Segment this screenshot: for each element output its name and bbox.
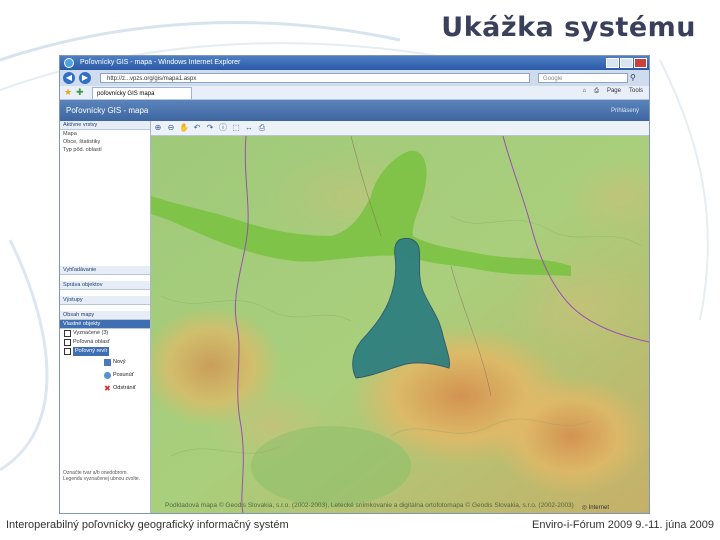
checkbox-label: Poľovný revír	[73, 347, 110, 356]
map-credit: Podkladová mapa © Geodis Slovakia, s.r.o…	[165, 502, 574, 509]
move-button[interactable]: Posunúť	[104, 369, 146, 382]
window-controls	[606, 58, 647, 68]
browser-tab[interactable]: poľovnícky GIS mapa	[92, 87, 192, 99]
app-title: Poľovnícky GIS - mapa	[66, 106, 149, 115]
print-icon[interactable]: ⎙	[257, 123, 267, 133]
map-toolbar: ⊕ ⊖ ✋ ↶ ↷ ⓘ ⬚ ↔ ⎙	[151, 121, 649, 136]
print-menu-icon[interactable]: ⎙	[594, 88, 599, 95]
panel-head-layers[interactable]: Aktívne vrstvy	[60, 121, 150, 130]
checkbox-label: Poľovná oblasť	[73, 339, 110, 345]
measure-icon[interactable]: ↔	[244, 123, 254, 133]
status-text: Internet	[588, 505, 609, 511]
status-zone: ◎ Internet	[582, 504, 609, 511]
maximize-button[interactable]	[620, 58, 633, 68]
address-bar: ◀ ▶ http://z...vpzs.org/gis/mapa1.aspx G…	[60, 70, 649, 86]
checkbox-row[interactable]: Poľovný revír	[60, 347, 150, 356]
new-button[interactable]: Nový	[104, 356, 146, 369]
minimize-button[interactable]	[606, 58, 619, 68]
info-icon[interactable]: ⓘ	[218, 123, 228, 133]
footer-left: Interoperabilný poľovnícky geografický i…	[6, 519, 289, 531]
delete-label: Odstrániť	[113, 385, 136, 391]
app-body: Aktívne vrstvy Mapa Obce, štatistiky Typ…	[60, 121, 649, 513]
url-input[interactable]: http://z...vpzs.org/gis/mapa1.aspx	[100, 73, 530, 83]
browser-window: Poľovnícky GIS - mapa - Windows Internet…	[59, 55, 650, 514]
layer-item[interactable]: Typ pôd. oblastí	[60, 146, 150, 154]
checkbox-row[interactable]: Vyznačené (3)	[60, 329, 150, 338]
tools-menu[interactable]: Tools	[629, 88, 643, 95]
home-icon[interactable]: ⌂	[583, 88, 587, 95]
checkbox[interactable]	[64, 339, 71, 346]
window-titlebar: Poľovnícky GIS - mapa - Windows Internet…	[60, 56, 649, 70]
add-favorite-icon[interactable]: ✚	[76, 87, 84, 98]
move-label: Posunúť	[113, 372, 134, 378]
sidebar-note: Označte tvar a/b onedobrom. Legendu vyzn…	[63, 470, 141, 482]
app-header: Poľovnícky GIS - mapa Prihlásený	[60, 100, 649, 122]
footer-right: Enviro-i-Fórum 2009 9.-11. júna 2009	[531, 519, 714, 531]
forward-arrow-icon[interactable]: ▶	[79, 72, 91, 84]
back-arrow-icon[interactable]: ◀	[63, 72, 75, 84]
select-icon[interactable]: ⬚	[231, 123, 241, 133]
panel-head-objects[interactable]: Správa objektov	[60, 281, 150, 290]
new-icon	[104, 359, 111, 366]
back-icon[interactable]: ↶	[192, 123, 202, 133]
favorites-bar: ★ ✚ poľovnícky GIS mapa ⌂ ⎙ Page Tools	[60, 86, 649, 100]
search-icon[interactable]: ⚲	[630, 73, 644, 83]
slide-title: Ukážka systému	[441, 12, 696, 43]
user-status[interactable]: Prihlásený	[611, 100, 639, 122]
window-title: Poľovnícky GIS - mapa - Windows Internet…	[80, 59, 241, 66]
panel-head-content[interactable]: Obsah mapy	[60, 311, 150, 320]
new-label: Nový	[113, 359, 126, 365]
layer-item[interactable]: Mapa	[60, 130, 150, 138]
favorites-star-icon[interactable]: ★	[64, 87, 72, 98]
zoom-out-icon[interactable]: ⊖	[166, 123, 176, 133]
search-input[interactable]: Google	[538, 73, 628, 83]
map-image	[151, 136, 649, 513]
panel-head-own-objects[interactable]: Vlastné objekty	[60, 320, 150, 329]
map-canvas[interactable]: Podkladová mapa © Geodis Slovakia, s.r.o…	[151, 136, 649, 513]
checkbox[interactable]	[64, 330, 71, 337]
pan-icon[interactable]: ✋	[179, 123, 189, 133]
forward-icon[interactable]: ↷	[205, 123, 215, 133]
page-menu[interactable]: Page	[607, 88, 621, 95]
command-bar: ⌂ ⎙ Page Tools	[583, 88, 643, 95]
delete-icon: ✖	[104, 384, 111, 393]
close-button[interactable]	[634, 58, 647, 68]
sidebar: Aktívne vrstvy Mapa Obce, štatistiky Typ…	[60, 121, 151, 513]
globe-icon: ◎	[581, 505, 587, 511]
layer-item[interactable]: Obce, štatistiky	[60, 138, 150, 146]
zoom-in-icon[interactable]: ⊕	[153, 123, 163, 133]
checkbox-label: Vyznačené (3)	[73, 330, 109, 336]
panel-head-search[interactable]: Vyhľadávanie	[60, 266, 150, 275]
checkbox[interactable]	[64, 348, 71, 355]
ie-logo-icon	[64, 58, 74, 68]
delete-button[interactable]: ✖ Odstrániť	[104, 382, 146, 395]
panel-head-outputs[interactable]: Výstupy	[60, 296, 150, 305]
checkbox-row[interactable]: Poľovná oblasť	[60, 338, 150, 347]
move-icon	[104, 372, 111, 379]
